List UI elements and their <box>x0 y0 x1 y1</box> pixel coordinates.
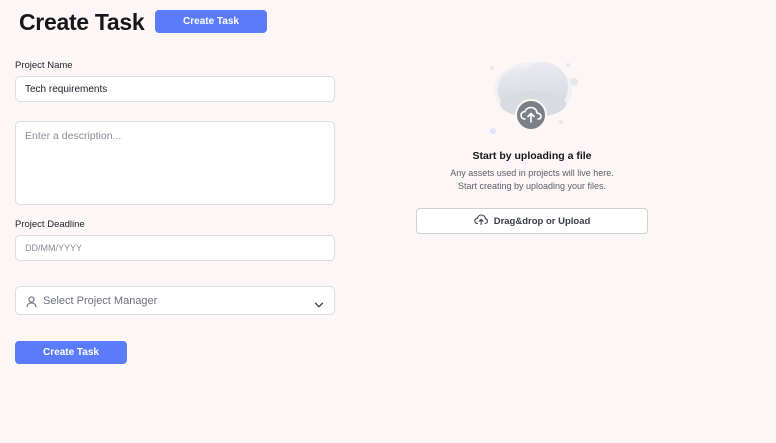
project-name-value: Tech requirements <box>25 84 108 95</box>
page-title: Create Task <box>19 9 145 35</box>
upload-description: Any assets used in projects will live he… <box>416 167 648 192</box>
page-header: Create Task Create Task <box>19 9 267 35</box>
project-manager-placeholder: Select Project Manager <box>43 295 158 307</box>
project-name-input[interactable]: Tech requirements <box>15 76 335 102</box>
project-name-label: Project Name <box>15 60 73 71</box>
upload-description-line-1: Any assets used in projects will live he… <box>450 168 614 178</box>
upload-title: Start by uploading a file <box>472 150 592 162</box>
project-deadline-placeholder: DD/MM/YYYY <box>25 243 83 253</box>
upload-description-line-2: Start creating by uploading your files. <box>457 180 607 191</box>
project-deadline-input[interactable]: DD/MM/YYYY <box>15 235 335 261</box>
project-manager-select[interactable]: Select Project Manager <box>15 286 335 315</box>
cloud-upload-icon <box>473 214 488 228</box>
upload-illustration <box>486 56 581 136</box>
create-task-header-button[interactable]: Create Task <box>155 10 267 33</box>
project-deadline-label: Project Deadline <box>15 219 85 230</box>
create-task-submit-button[interactable]: Create Task <box>15 341 127 364</box>
upload-button-label: Drag&drop or Upload <box>493 215 591 227</box>
description-placeholder: Enter a description... <box>25 130 122 142</box>
user-icon <box>26 295 37 313</box>
description-textarea[interactable]: Enter a description... <box>15 121 335 205</box>
upload-button[interactable]: Drag&drop or Upload <box>416 208 648 234</box>
chevron-down-icon <box>314 296 324 314</box>
